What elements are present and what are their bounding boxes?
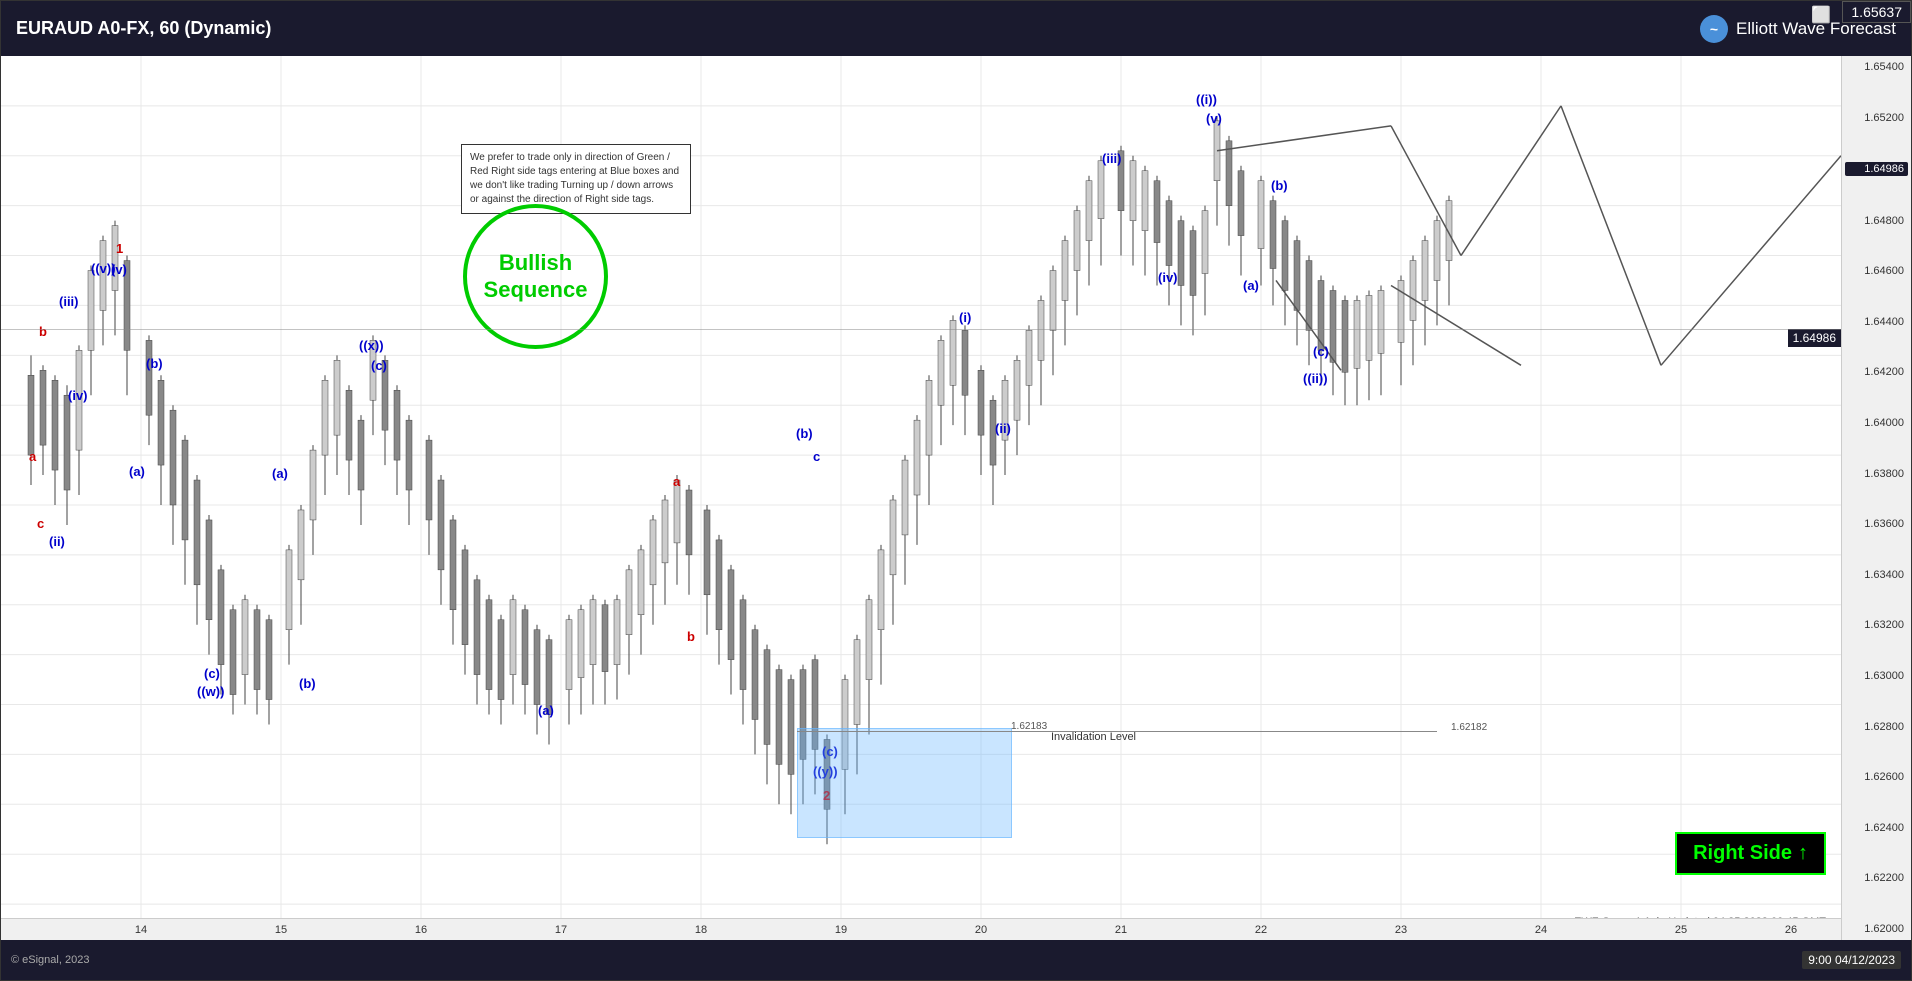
- invalidation-price: 1.62183: [1011, 721, 1047, 732]
- price-1.65400: 1.65400: [1845, 61, 1908, 73]
- bottom-bar: © eSignal, 2023 9:00 04/12/2023: [1, 940, 1911, 980]
- price-axis: 1.65400 1.65200 1.64986 1.64800 1.64600 …: [1841, 56, 1911, 940]
- price-badge: 1.65637: [1842, 1, 1911, 23]
- logo-icon: ~: [1700, 15, 1728, 43]
- price-1.62200: 1.62200: [1845, 872, 1908, 884]
- time-tick-20: 20: [975, 924, 987, 936]
- time-tick-22: 22: [1255, 924, 1267, 936]
- info-box: We prefer to trade only in direction of …: [461, 144, 691, 214]
- price-1.63000: 1.63000: [1845, 670, 1908, 682]
- price-1.64000: 1.64000: [1845, 417, 1908, 429]
- time-tick-14: 14: [135, 924, 147, 936]
- price-1.64400: 1.64400: [1845, 316, 1908, 328]
- time-tick-15: 15: [275, 924, 287, 936]
- price-1.65200: 1.65200: [1845, 112, 1908, 124]
- price-1.63200: 1.63200: [1845, 619, 1908, 631]
- right-side-badge: Right Side ↑: [1675, 832, 1826, 875]
- time-tick-25: 25: [1675, 924, 1687, 936]
- price-1.64600: 1.64600: [1845, 265, 1908, 277]
- price-1.63600: 1.63600: [1845, 518, 1908, 530]
- time-tick-18: 18: [695, 924, 707, 936]
- time-tick-17: 17: [555, 924, 567, 936]
- price-1.62800: 1.62800: [1845, 721, 1908, 733]
- time-display: 9:00 04/12/2023: [1802, 951, 1901, 969]
- invalidation-label: Invalidation Level: [1051, 731, 1136, 743]
- price-1.64200: 1.64200: [1845, 366, 1908, 378]
- time-tick-26: 26: [1785, 924, 1797, 936]
- time-tick-19: 19: [835, 924, 847, 936]
- price-line-label: 1.62182: [1451, 722, 1487, 733]
- current-price-horizontal-line: [1, 329, 1841, 330]
- bottom-left: © eSignal, 2023: [11, 954, 89, 966]
- chart-title: EURAUD A0-FX, 60 (Dynamic): [16, 18, 271, 39]
- price-1.63400: 1.63400: [1845, 569, 1908, 581]
- price-1.64800: 1.64800: [1845, 215, 1908, 227]
- copyright: © eSignal, 2023: [11, 954, 89, 966]
- price-active: 1.64986: [1845, 162, 1908, 176]
- time-tick-21: 21: [1115, 924, 1127, 936]
- price-1.62400: 1.62400: [1845, 822, 1908, 834]
- time-tick-23: 23: [1395, 924, 1407, 936]
- chart-area: 1 b (iii) (v) ((v)) a (iv) c (ii) (b) (a…: [1, 56, 1841, 940]
- price-1.62600: 1.62600: [1845, 771, 1908, 783]
- price-1.63800: 1.63800: [1845, 468, 1908, 480]
- top-bar: EURAUD A0-FX, 60 (Dynamic) ~ Elliott Wav…: [1, 1, 1911, 56]
- price-1.62000: 1.62000: [1845, 923, 1908, 935]
- time-axis: 14 15 16 17 18 19 20 21 22 23 24 25 26: [1, 918, 1841, 940]
- time-tick-24: 24: [1535, 924, 1547, 936]
- active-price-line: 1.64986: [1788, 329, 1841, 347]
- blue-box-wave2: [797, 728, 1012, 838]
- expand-icon[interactable]: ⬜: [1811, 5, 1831, 25]
- time-tick-16: 16: [415, 924, 427, 936]
- bullish-sequence: Bullish Sequence: [463, 204, 608, 349]
